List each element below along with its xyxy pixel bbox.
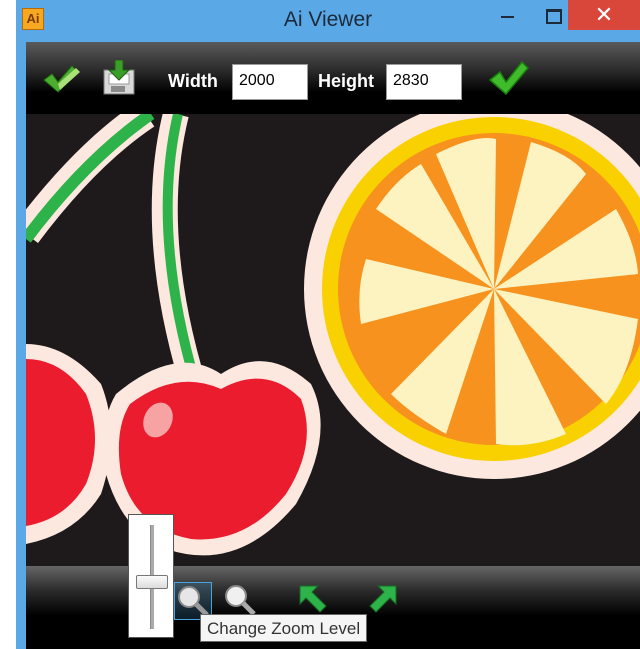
height-field[interactable]: 2830 <box>386 64 462 100</box>
apply-check-icon[interactable] <box>488 60 530 98</box>
save-download-icon[interactable] <box>102 60 136 96</box>
arrow-expand-icon[interactable] <box>364 582 400 618</box>
height-label: Height <box>318 71 374 91</box>
arrow-expand-icon[interactable] <box>296 582 332 618</box>
close-button[interactable]: ✕ <box>568 0 640 30</box>
width-label: Width <box>168 71 218 91</box>
width-field[interactable]: 2000 <box>232 64 308 100</box>
maximize-button[interactable] <box>532 0 572 30</box>
image-canvas[interactable] <box>26 114 640 566</box>
artwork-image <box>26 114 640 566</box>
zoom-slider-popup <box>128 514 174 638</box>
zoom-slider-thumb[interactable] <box>136 574 168 589</box>
zoom-tooltip: Change Zoom Level <box>200 614 368 642</box>
checkmarks-icon[interactable] <box>42 62 82 94</box>
title-bar: Ai Ai Viewer ✕ <box>16 0 640 42</box>
maximize-icon <box>546 9 562 24</box>
toolbar: Width 2000 Height 2830 <box>26 42 640 114</box>
minimize-button[interactable] <box>486 0 528 30</box>
zoom-out-icon[interactable] <box>222 582 258 618</box>
app-window: Ai Ai Viewer ✕ Width 2000 Height 2830 <box>16 0 640 649</box>
